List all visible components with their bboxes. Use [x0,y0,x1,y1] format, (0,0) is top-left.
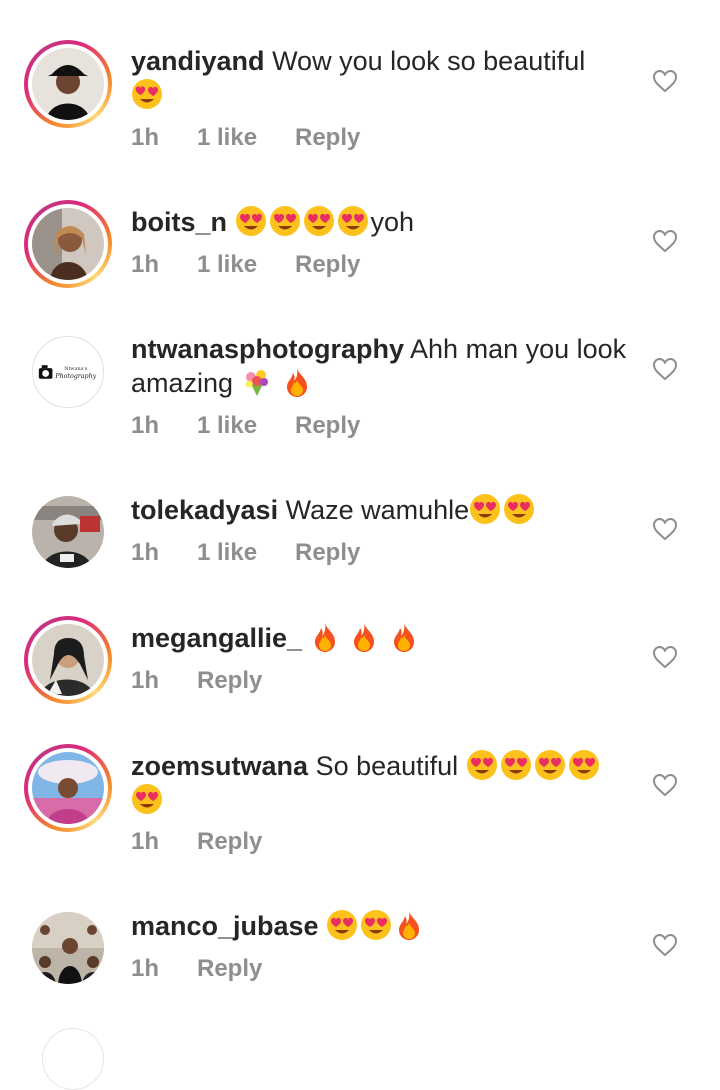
svg-text:Ntwana's: Ntwana's [64,366,88,372]
comment-meta: 1h Reply [131,955,262,983]
avatar-story-ring[interactable] [24,744,112,832]
heart-eyes-emoji-icon [503,493,535,525]
comment-text: Waze wamuhle [285,495,470,525]
comment-time: 1h [131,251,160,278]
comment-body: yandiyand Wow you look so beautiful [131,45,631,112]
comment-meta: 1h Reply [131,667,262,695]
comment-meta: 1h 1 like Reply [131,251,360,279]
comment-username[interactable]: ntwanasphotography [131,334,404,364]
comment-username[interactable]: yandiyand [131,46,265,76]
comment-time: 1h [131,412,160,439]
heart-eyes-emoji-icon [303,205,335,237]
heart-eyes-emoji-icon [337,205,369,237]
comment-meta: 1h 1 like Reply [131,124,360,152]
heart-eyes-emoji-icon [469,493,501,525]
comment-meta: 1h Reply [131,828,262,856]
comment-likes[interactable]: 1 like [197,124,295,152]
heart-outline-icon[interactable] [652,229,678,253]
reply-button[interactable]: Reply [197,667,262,695]
heart-eyes-emoji-icon [360,909,392,941]
bouquet-emoji-icon [241,366,273,398]
avatar [32,208,104,280]
heart-outline-icon[interactable] [652,645,678,669]
fire-emoji-icon [310,621,340,653]
heart-eyes-emoji-icon [466,749,498,781]
avatar-story-ring[interactable] [24,616,112,704]
heart-outline-icon[interactable] [652,357,678,381]
reply-button[interactable]: Reply [295,124,360,152]
avatar [32,752,104,824]
comment-meta: 1h 1 like Reply [131,539,360,567]
comment-time: 1h [131,828,160,855]
fire-emoji-icon [349,621,379,653]
reply-button[interactable]: Reply [197,828,262,856]
comment-body: ntwanasphotography Ahh man you look amaz… [131,333,631,400]
comment-time: 1h [131,539,160,566]
fire-emoji-icon [282,366,312,398]
fire-emoji-icon [394,909,424,941]
comment-likes[interactable]: 1 like [197,539,295,567]
heart-eyes-emoji-icon [500,749,532,781]
comment-username[interactable]: zoemsutwana [131,751,308,781]
reply-button[interactable]: Reply [295,251,360,279]
comment-body: manco_jubase [131,909,631,943]
comment-time: 1h [131,955,160,982]
avatar[interactable] [42,1028,104,1090]
comment-time: 1h [131,667,160,694]
reply-button[interactable]: Reply [295,412,360,440]
heart-eyes-emoji-icon [269,205,301,237]
heart-outline-icon[interactable] [652,933,678,957]
avatar[interactable] [32,496,104,568]
reply-button[interactable]: Reply [197,955,262,983]
avatar [32,48,104,120]
avatar[interactable]: Ntwana's Photography [32,336,104,408]
comment-username[interactable]: megangallie_ [131,623,302,653]
avatar-story-ring[interactable] [24,200,112,288]
comment-text: yoh [370,207,415,237]
heart-outline-icon[interactable] [652,517,678,541]
comment-meta: 1h 1 like Reply [131,412,360,440]
comment-username[interactable]: boits_n [131,207,227,237]
comment-text: So beautiful [315,751,459,781]
avatar-story-ring[interactable] [24,40,112,128]
avatar [32,624,104,696]
comment-body: tolekadyasi Waze wamuhle [131,493,631,527]
comment-body: zoemsutwana So beautiful [131,749,631,817]
heart-outline-icon[interactable] [652,69,678,93]
heart-eyes-emoji-icon [326,909,358,941]
comment-likes[interactable]: 1 like [197,251,295,279]
fire-emoji-icon [389,621,419,653]
svg-text:Photography: Photography [54,373,96,380]
comment-time: 1h [131,124,160,151]
heart-eyes-emoji-icon [235,205,267,237]
heart-outline-icon[interactable] [652,773,678,797]
heart-eyes-emoji-icon [568,749,600,781]
avatar[interactable] [32,912,104,984]
comment-text: Wow you look so beautiful [272,46,586,76]
comment-username[interactable]: manco_jubase [131,911,319,941]
comment-body: boits_n yoh [131,205,631,239]
heart-eyes-emoji-icon [131,78,163,110]
reply-button[interactable]: Reply [295,539,360,567]
comment-likes[interactable]: 1 like [197,412,295,440]
comment-username[interactable]: tolekadyasi [131,495,278,525]
heart-eyes-emoji-icon [534,749,566,781]
comment-body: megangallie_ [131,621,631,655]
heart-eyes-emoji-icon [131,783,163,815]
